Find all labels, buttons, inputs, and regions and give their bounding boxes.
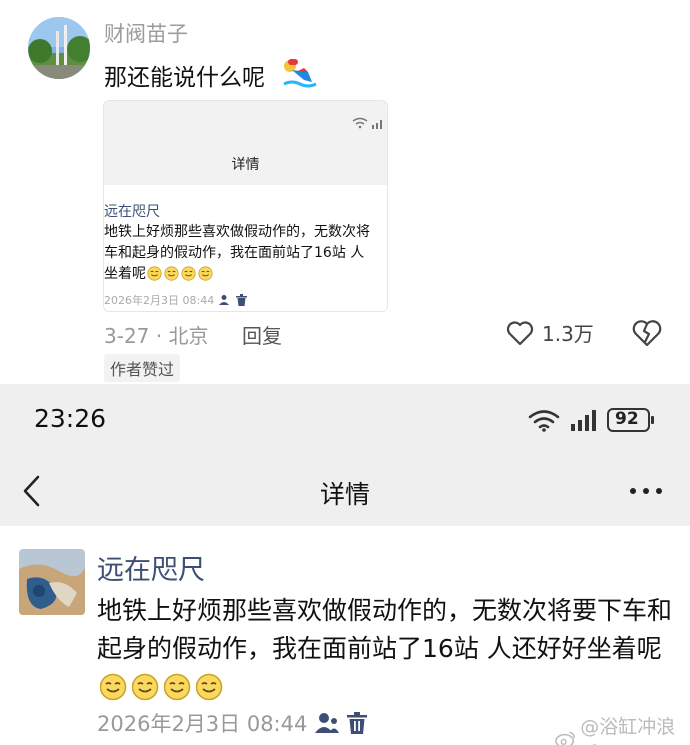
- post-body-text: 地铁上好烦那些喜欢做假动作的，无数次将要下车和起身的假动作，我在面前站了16站 …: [97, 596, 673, 663]
- smiley-emoji-icon: [181, 266, 196, 281]
- heart-icon: [506, 320, 534, 345]
- wifi-icon: [528, 410, 560, 432]
- smiley-emoji-icon: [164, 266, 179, 281]
- watermark-text: @浴缸冲浪手: [580, 716, 676, 745]
- smiley-emoji-icon: [147, 266, 162, 281]
- nav-bar: 详情: [0, 456, 690, 526]
- smiley-emoji-icon: [131, 673, 159, 701]
- battery-level: 92: [615, 409, 639, 429]
- thumbnail-header: 详情: [104, 101, 387, 185]
- signal-icon: [571, 410, 596, 431]
- status-bar: 23:26 92: [0, 384, 690, 456]
- user-visibility-icon[interactable]: [315, 712, 340, 734]
- user-icon: [219, 295, 230, 305]
- thumbnail-title: 详情: [231, 157, 260, 173]
- commenter-avatar[interactable]: [28, 17, 90, 79]
- smiley-emoji-icon: [198, 266, 213, 281]
- commenter-username[interactable]: 财阀苗子: [104, 18, 188, 48]
- status-time: 23:26: [34, 404, 107, 433]
- thumbnail-username: 远在咫尺: [104, 204, 160, 220]
- broken-heart-icon[interactable]: [632, 318, 662, 348]
- comment-text: 那还能说什么呢: [104, 65, 265, 91]
- screenshot-thumbnail[interactable]: 详情 远在咫尺 地铁上好烦那些喜欢做假动作的，无数次将 车和起身的假动作，我在面…: [103, 100, 388, 312]
- smiley-emoji-icon: [99, 673, 127, 701]
- nav-title: 详情: [319, 480, 370, 509]
- thumbnail-body: 地铁上好烦那些喜欢做假动作的，无数次将 车和起身的假动作，我在面前站了16站 人…: [104, 222, 387, 285]
- post-meta: 2026年2月3日 08:44: [97, 708, 368, 738]
- reply-button[interactable]: 回复: [242, 320, 282, 349]
- more-options-icon[interactable]: [628, 484, 664, 498]
- post-detail: 远在咫尺 地铁上好烦那些喜欢做假动作的，无数次将要下车和起身的假动作，我在面前站…: [0, 526, 690, 745]
- smiley-emoji-icon: [195, 673, 223, 701]
- phone-screenshot: 23:26 92 详情 远在咫尺 地铁上好烦那些喜欢做假动作的，无数次将要下车和…: [0, 384, 690, 745]
- battery-indicator: 92: [607, 408, 655, 432]
- author-liked-badge: 作者赞过: [104, 354, 181, 382]
- thumbnail-body-text: 地铁上好烦那些喜欢做假动作的，无数次将 车和起身的假动作，我在面前站了16站 人…: [104, 224, 370, 282]
- thumbnail-meta: 2026年2月3日 08:44: [104, 292, 248, 308]
- post-timestamp: 2026年2月3日 08:44: [97, 712, 308, 736]
- trash-icon[interactable]: [347, 712, 368, 734]
- post-body: 地铁上好烦那些喜欢做假动作的，无数次将要下车和起身的假动作，我在面前站了16站 …: [97, 592, 687, 706]
- weibo-logo-icon: [555, 731, 576, 745]
- thumbnail-status-icons: [352, 117, 382, 129]
- poster-username[interactable]: 远在咫尺: [97, 548, 205, 587]
- thumbnail-timestamp: 2026年2月3日 08:44: [104, 294, 215, 307]
- like-count: 1.3万: [542, 322, 594, 346]
- trash-icon: [236, 294, 248, 306]
- watermark: @浴缸冲浪手: [555, 712, 690, 745]
- smiley-emoji-icon: [163, 673, 191, 701]
- swimming-person-emoji-icon: [283, 59, 317, 88]
- like-button[interactable]: 1.3万: [506, 318, 594, 347]
- poster-avatar[interactable]: [19, 549, 85, 615]
- comment-date-location: 3-27 · 北京: [104, 324, 209, 348]
- comment-card: 财阀苗子 那还能说什么呢 详情 远在咫尺 地铁上好烦那些喜欢做假动作的，无数次将…: [0, 0, 690, 384]
